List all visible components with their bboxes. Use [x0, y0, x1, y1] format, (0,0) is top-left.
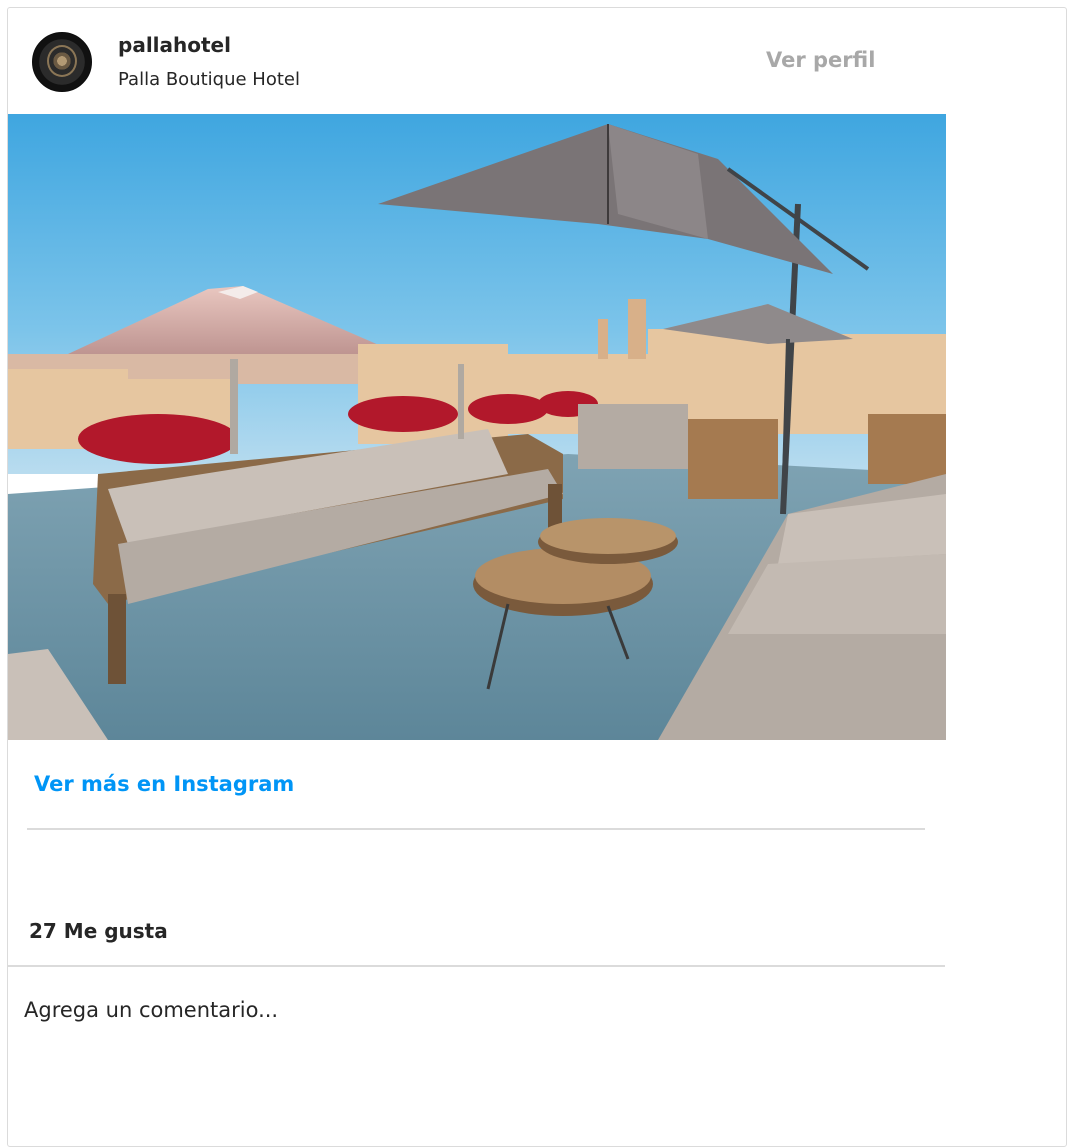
instagram-embed-card: pallahotel Palla Boutique Hotel Ver perf…: [7, 7, 1067, 1147]
divider: [27, 828, 925, 830]
comment-input[interactable]: [24, 998, 904, 1022]
hotel-emblem-icon: [47, 45, 77, 77]
post-header: pallahotel Palla Boutique Hotel Ver perf…: [8, 8, 953, 114]
divider: [8, 965, 945, 967]
avatar[interactable]: [32, 32, 92, 92]
view-more-on-instagram-link[interactable]: Ver más en Instagram: [34, 772, 294, 796]
rooftop-terrace-photo: [8, 114, 946, 740]
likes-count[interactable]: 27 Me gusta: [29, 919, 168, 943]
username[interactable]: pallahotel: [118, 33, 231, 57]
post-photo[interactable]: [8, 114, 946, 740]
view-profile-button[interactable]: Ver perfil: [766, 48, 875, 72]
full-name: Palla Boutique Hotel: [118, 69, 300, 90]
